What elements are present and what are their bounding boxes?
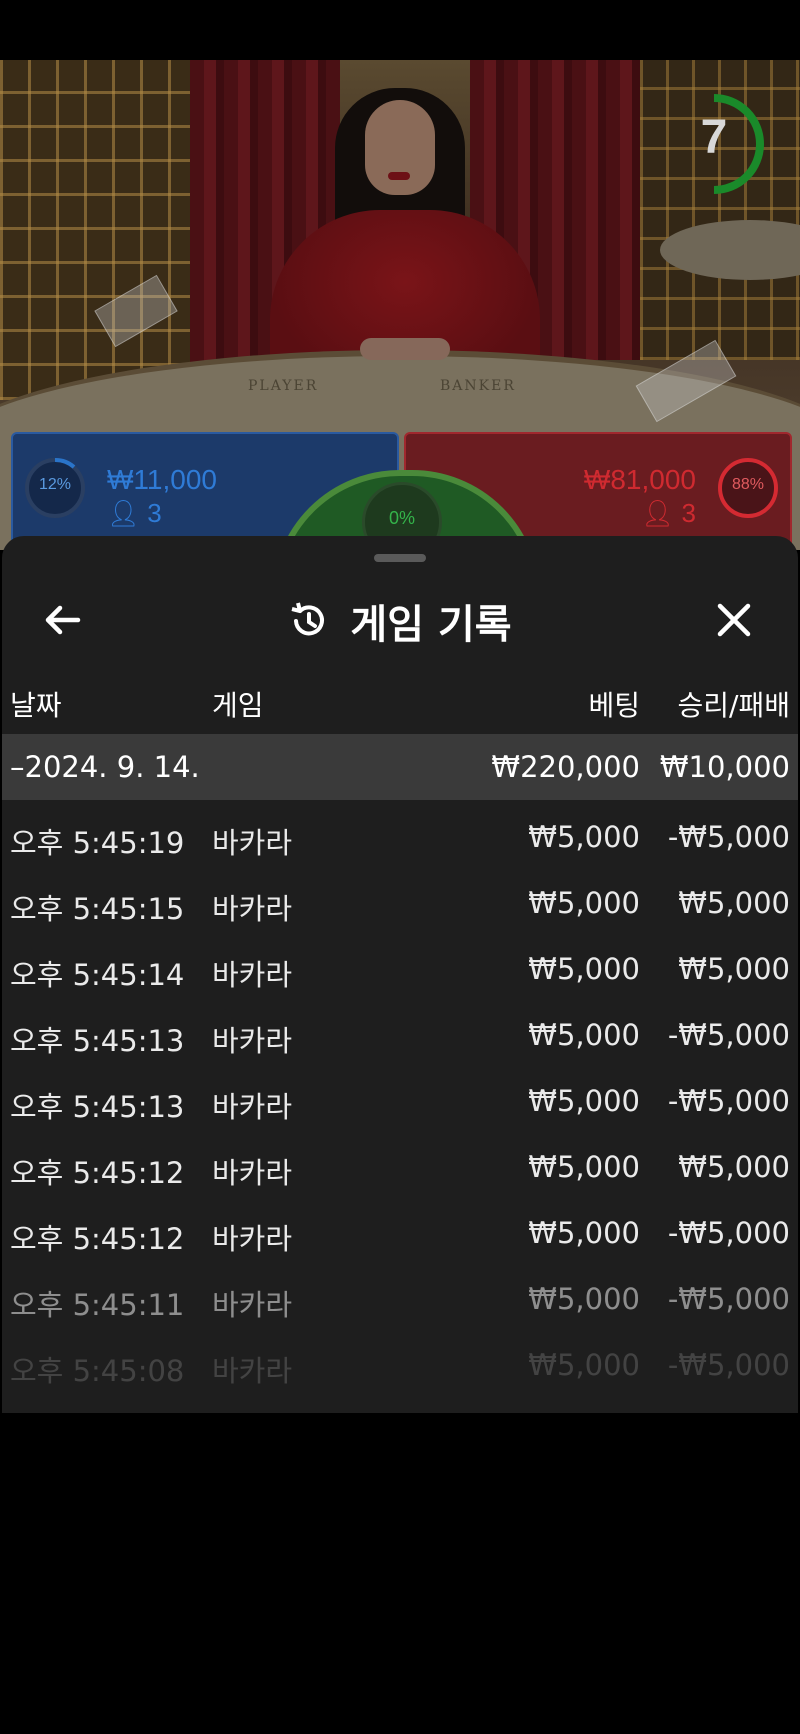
history-icon <box>291 602 325 636</box>
row-time: 오후 5:45:14 <box>10 958 185 992</box>
row-time: 오후 5:45:08 <box>10 1354 185 1388</box>
dealer-lips <box>388 172 410 180</box>
player-percent-ring: 12% <box>23 456 87 520</box>
person-icon: 👤︎ <box>641 498 675 528</box>
history-rows: 오후 5:45:19 바카라 ₩5,000 -₩5,000 오후 5:45:15… <box>2 804 798 1398</box>
row-bet: ₩5,000 <box>528 1150 640 1184</box>
lattice-wall-left <box>0 60 190 400</box>
history-row[interactable]: 오후 5:45:19 바카라 ₩5,000 -₩5,000 <box>2 804 798 870</box>
banker-percent-ring: 88% <box>716 456 780 520</box>
history-row[interactable]: 오후 5:45:11 바카라 ₩5,000 -₩5,000 <box>2 1266 798 1332</box>
table-header: 날짜 게임 베팅 승리/패배 <box>2 684 798 734</box>
banker-bet-amount: ₩81,000 <box>583 464 696 495</box>
row-time: 오후 5:45:13 <box>10 1090 185 1124</box>
row-game: 바카라 <box>212 1156 293 1190</box>
history-row[interactable]: 오후 5:45:13 바카라 ₩5,000 -₩5,000 <box>2 1002 798 1068</box>
arrow-left-icon <box>45 605 81 635</box>
col-game: 게임 <box>212 689 264 722</box>
row-bet: ₩5,000 <box>528 1216 640 1250</box>
back-button[interactable] <box>34 592 90 648</box>
sheet-drag-handle[interactable] <box>374 554 426 562</box>
player-count-value: 3 <box>147 498 162 528</box>
banker-count-value: 3 <box>681 498 696 528</box>
player-bettor-count: 👤︎ 3 <box>107 498 162 529</box>
row-result: ₩5,000 <box>678 952 790 986</box>
row-result: -₩5,000 <box>667 1084 790 1118</box>
player-bet-amount: ₩11,000 <box>107 464 217 495</box>
sheet-title-text: 게임 기록 <box>350 602 512 648</box>
history-row[interactable]: 오후 5:45:15 바카라 ₩5,000 ₩5,000 <box>2 870 798 936</box>
person-icon: 👤︎ <box>107 498 141 528</box>
row-time: 오후 5:45:19 <box>10 826 185 860</box>
close-icon <box>717 603 751 637</box>
row-result: -₩5,000 <box>667 1282 790 1316</box>
date-group-row[interactable]: –2024. 9. 14. ₩220,000 ₩10,000 <box>2 734 798 800</box>
row-bet: ₩5,000 <box>528 1084 640 1118</box>
history-row[interactable]: 오후 5:45:12 바카라 ₩5,000 -₩5,000 <box>2 1200 798 1266</box>
group-result-total: ₩10,000 <box>659 750 790 784</box>
close-button[interactable] <box>706 592 762 648</box>
banker-bettor-count: 👤︎ 3 <box>641 498 696 529</box>
row-result: -₩5,000 <box>667 1216 790 1250</box>
tie-percent: 0% <box>388 508 415 528</box>
row-game: 바카라 <box>212 1354 293 1388</box>
player-percent: 12% <box>38 476 72 493</box>
row-time: 오후 5:45:13 <box>10 1024 185 1058</box>
row-result: ₩5,000 <box>678 1150 790 1184</box>
history-row[interactable]: 오후 5:45:08 바카라 ₩5,000 -₩5,000 <box>2 1332 798 1398</box>
dealer-face <box>365 100 435 195</box>
game-history-sheet: 게임 기록 날짜 게임 베팅 승리/패배 –2024. 9. 14. ₩220,… <box>2 536 798 1413</box>
row-game: 바카라 <box>212 1222 293 1256</box>
col-date: 날짜 <box>10 689 62 722</box>
sheet-header: 게임 기록 <box>2 576 798 666</box>
countdown-timer: 7 <box>686 90 766 200</box>
row-bet: ₩5,000 <box>528 952 640 986</box>
row-time: 오후 5:45:12 <box>10 1156 185 1190</box>
row-bet: ₩5,000 <box>528 886 640 920</box>
banker-percent: 88% <box>731 476 765 493</box>
timer-value: 7 <box>700 111 728 164</box>
row-game: 바카라 <box>212 958 293 992</box>
row-game: 바카라 <box>212 1288 293 1322</box>
row-bet: ₩5,000 <box>528 1348 640 1382</box>
row-game: 바카라 <box>212 1090 293 1124</box>
row-time: 오후 5:45:11 <box>10 1288 185 1322</box>
felt-label-player: PLAYER <box>248 378 319 394</box>
row-game: 바카라 <box>212 1024 293 1058</box>
col-bet: 베팅 <box>588 689 640 722</box>
row-bet: ₩5,000 <box>528 1018 640 1052</box>
row-time: 오후 5:45:15 <box>10 892 185 926</box>
history-row[interactable]: 오후 5:45:14 바카라 ₩5,000 ₩5,000 <box>2 936 798 1002</box>
sheet-title: 게임 기록 <box>2 576 798 666</box>
history-row[interactable]: 오후 5:45:13 바카라 ₩5,000 -₩5,000 <box>2 1068 798 1134</box>
row-game: 바카라 <box>212 826 293 860</box>
row-game: 바카라 <box>212 892 293 926</box>
felt-label-banker: BANKER <box>440 378 516 394</box>
row-result: -₩5,000 <box>667 820 790 854</box>
row-bet: ₩5,000 <box>528 1282 640 1316</box>
col-result: 승리/패배 <box>677 689 790 722</box>
row-time: 오후 5:45:12 <box>10 1222 185 1256</box>
row-result: -₩5,000 <box>667 1018 790 1052</box>
row-bet: ₩5,000 <box>528 820 640 854</box>
history-row[interactable]: 오후 5:45:12 바카라 ₩5,000 ₩5,000 <box>2 1134 798 1200</box>
row-result: -₩5,000 <box>667 1348 790 1382</box>
group-date: –2024. 9. 14. <box>10 750 200 784</box>
group-bet-total: ₩220,000 <box>491 750 640 784</box>
dealer-hands <box>360 338 450 360</box>
row-result: ₩5,000 <box>678 886 790 920</box>
